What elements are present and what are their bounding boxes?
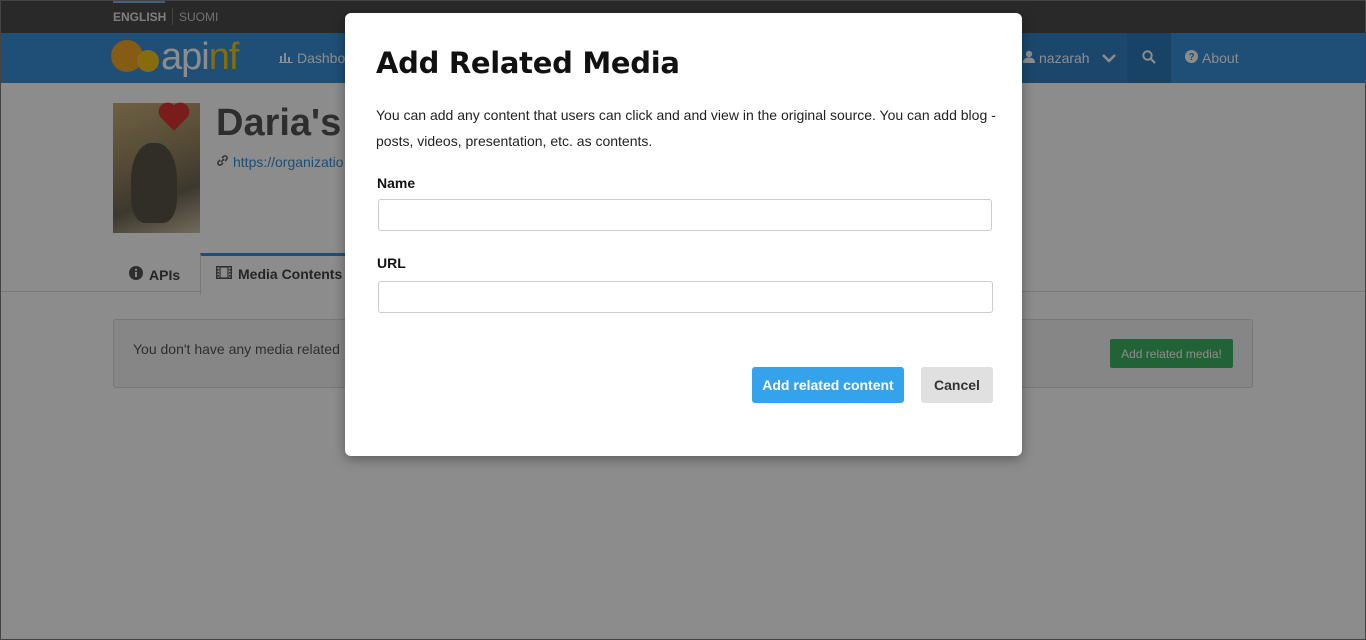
name-label: Name — [377, 175, 416, 191]
cancel-button[interactable]: Cancel — [921, 367, 993, 403]
modal-title: Add Related Media — [376, 46, 680, 80]
url-label: URL — [377, 255, 406, 271]
name-input[interactable] — [378, 199, 992, 231]
url-input[interactable] — [378, 281, 993, 313]
modal-description: You can add any content that users can c… — [376, 107, 996, 149]
add-related-content-button[interactable]: Add related content — [752, 367, 904, 403]
add-related-media-dialog: Add Related Media You can add any conten… — [345, 13, 1022, 456]
